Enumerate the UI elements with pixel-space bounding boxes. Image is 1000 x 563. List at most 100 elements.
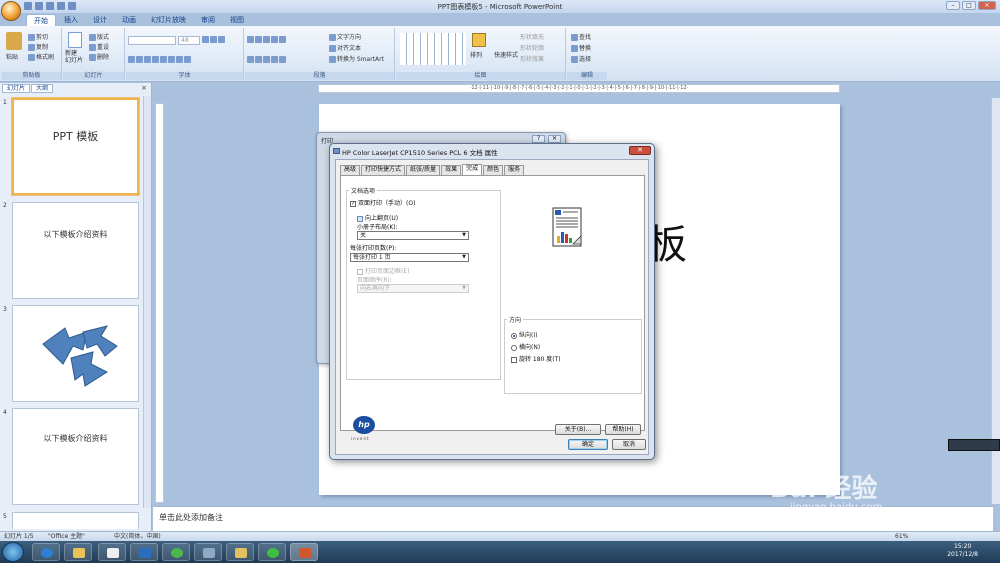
- replace-button[interactable]: 替换: [571, 43, 591, 52]
- slide-thumbnail-1[interactable]: PPT 模板: [12, 98, 139, 195]
- delete-button[interactable]: 删除: [89, 52, 109, 61]
- floating-toolbar[interactable]: [948, 439, 1000, 451]
- find-button[interactable]: 查找: [571, 32, 591, 41]
- font-group: 48 字体: [126, 28, 244, 80]
- paste-button[interactable]: 粘贴: [6, 52, 18, 61]
- system-clock[interactable]: 15:20 2017/12/8: [947, 543, 978, 559]
- panel-close-icon[interactable]: ×: [141, 84, 147, 92]
- taskbar-ie[interactable]: [32, 543, 60, 561]
- shape-effects-label: 形状效果: [520, 56, 545, 63]
- shape-fill-button[interactable]: 形状填充: [520, 32, 544, 41]
- paste-icon[interactable]: [6, 32, 22, 50]
- help-icon[interactable]: ?: [532, 135, 545, 143]
- new-slide-icon[interactable]: [68, 32, 82, 48]
- select-button[interactable]: 选择: [571, 54, 591, 63]
- cut-button[interactable]: 剪切: [28, 32, 48, 41]
- duplex-checkbox[interactable]: ✓ 双面打印（手动）(O): [350, 198, 415, 207]
- close-button[interactable]: ✕: [978, 1, 996, 10]
- landscape-radio[interactable]: 横向(N): [511, 342, 540, 351]
- document-options-title: 文档选项: [349, 186, 378, 195]
- print-borders-checkbox[interactable]: 打印页面边框(E): [357, 266, 409, 275]
- ok-button[interactable]: 确定: [568, 439, 608, 450]
- tab-design[interactable]: 设计: [86, 14, 114, 26]
- about-button[interactable]: 关于(B)...: [555, 424, 601, 435]
- tab-color[interactable]: 颜色: [483, 165, 504, 175]
- tab-insert[interactable]: 插入: [57, 14, 85, 26]
- shape-fill-label: 形状填充: [520, 34, 545, 41]
- shapes-gallery[interactable]: [400, 33, 466, 65]
- booklet-select[interactable]: 关 ▼: [357, 231, 469, 240]
- copy-button[interactable]: 复制: [28, 42, 48, 51]
- orientation-title: 方向: [507, 315, 524, 324]
- tab-slides[interactable]: 幻灯片: [2, 84, 31, 93]
- minimize-button[interactable]: –: [946, 1, 960, 10]
- taskbar-wechat[interactable]: [258, 543, 286, 561]
- taskbar-powerpoint[interactable]: [290, 543, 318, 561]
- tab-review[interactable]: 审阅: [194, 14, 222, 26]
- tab-advanced[interactable]: 高级: [340, 165, 361, 175]
- slide-thumbnail-3[interactable]: [12, 305, 139, 402]
- align-text-button[interactable]: 对齐文本: [329, 43, 361, 52]
- taskbar-app3[interactable]: [162, 543, 190, 561]
- new-slide-button[interactable]: 新建 幻灯片: [65, 50, 83, 64]
- help-button[interactable]: 帮助(H): [605, 424, 641, 435]
- font-style-buttons[interactable]: [128, 56, 192, 63]
- tab-paper-quality[interactable]: 纸张/质量: [406, 165, 441, 175]
- slide-thumbnail-2[interactable]: 以下模板介绍资料: [12, 202, 139, 299]
- format-painter-button[interactable]: 格式刷: [28, 52, 54, 61]
- shape-effects-button[interactable]: 形状效果: [520, 54, 544, 63]
- tab-home[interactable]: 开始: [26, 14, 56, 26]
- arrange-icon[interactable]: [472, 33, 486, 47]
- tab-services[interactable]: 服务: [504, 165, 525, 175]
- rotate-checkbox[interactable]: 旋转 180 度(T): [511, 354, 561, 363]
- font-group-label: 字体: [126, 72, 243, 80]
- taskbar-app4[interactable]: [194, 543, 222, 561]
- smartart-button[interactable]: 转换为 SmartArt: [329, 54, 384, 63]
- grow-font-icon[interactable]: [202, 36, 226, 43]
- select-label: 选择: [579, 56, 592, 63]
- flip-up-checkbox[interactable]: 向上翻页(U): [357, 213, 398, 222]
- tab-outline[interactable]: 大纲: [31, 84, 54, 93]
- slides-group-label: 幻灯片: [63, 72, 124, 80]
- zoom-level[interactable]: 61%: [895, 532, 908, 541]
- slide-thumbnail-text: 以下模板介绍资料: [43, 230, 108, 239]
- text-direction-button[interactable]: 文字方向: [329, 32, 361, 41]
- close-icon[interactable]: ✕: [548, 135, 561, 143]
- flip-up-label: 向上翻页(U): [365, 215, 399, 222]
- quick-styles-button[interactable]: 快速样式: [494, 50, 518, 59]
- format-painter-label: 格式刷: [36, 54, 55, 61]
- maximize-button[interactable]: □: [962, 1, 976, 10]
- font-size-box[interactable]: 48: [178, 36, 200, 45]
- portrait-radio[interactable]: 纵向(I): [511, 330, 537, 339]
- taskbar-app2[interactable]: [130, 543, 158, 561]
- tab-shortcuts[interactable]: 打印快捷方式: [361, 165, 406, 175]
- tab-finishing[interactable]: 完成: [462, 164, 483, 175]
- tab-slideshow[interactable]: 幻灯片放映: [144, 14, 193, 26]
- dialog-close-button[interactable]: ✕: [629, 146, 651, 155]
- delete-label: 删除: [97, 54, 110, 61]
- align-buttons[interactable]: [247, 56, 287, 63]
- taskbar-app1[interactable]: [98, 543, 126, 561]
- reset-button[interactable]: 重设: [89, 42, 109, 51]
- shape-outline-button[interactable]: 形状轮廓: [520, 43, 544, 52]
- tab-animation[interactable]: 动画: [115, 14, 143, 26]
- cancel-button[interactable]: 取消: [612, 439, 646, 450]
- tab-effects[interactable]: 效果: [441, 165, 462, 175]
- folder-icon: [235, 548, 247, 558]
- start-button[interactable]: [2, 542, 24, 562]
- page-order-select[interactable]: 向右再向下 ▼: [357, 284, 469, 293]
- taskbar-explorer[interactable]: [64, 543, 92, 561]
- panel-scrollbar[interactable]: [143, 96, 151, 508]
- taskbar: 15:20 2017/12/8: [0, 541, 1000, 563]
- slide-thumbnail-5[interactable]: [12, 512, 139, 529]
- layout-button[interactable]: 版式: [89, 32, 109, 41]
- office-button[interactable]: [1, 1, 21, 21]
- taskbar-app5[interactable]: [226, 543, 254, 561]
- tab-view[interactable]: 视图: [223, 14, 251, 26]
- slide-thumbnail-4[interactable]: 以下模板介绍资料: [12, 408, 139, 505]
- dialog-body: 高级 打印快捷方式 纸张/质量 效果 完成 颜色 服务 文档选项 ✓ 双面打印（手…: [335, 159, 649, 455]
- arrange-button[interactable]: 排列: [470, 50, 482, 59]
- list-buttons[interactable]: [247, 36, 287, 43]
- pages-per-sheet-select[interactable]: 每张打印 1 页 ▼: [350, 253, 469, 262]
- font-name-box[interactable]: [128, 36, 176, 45]
